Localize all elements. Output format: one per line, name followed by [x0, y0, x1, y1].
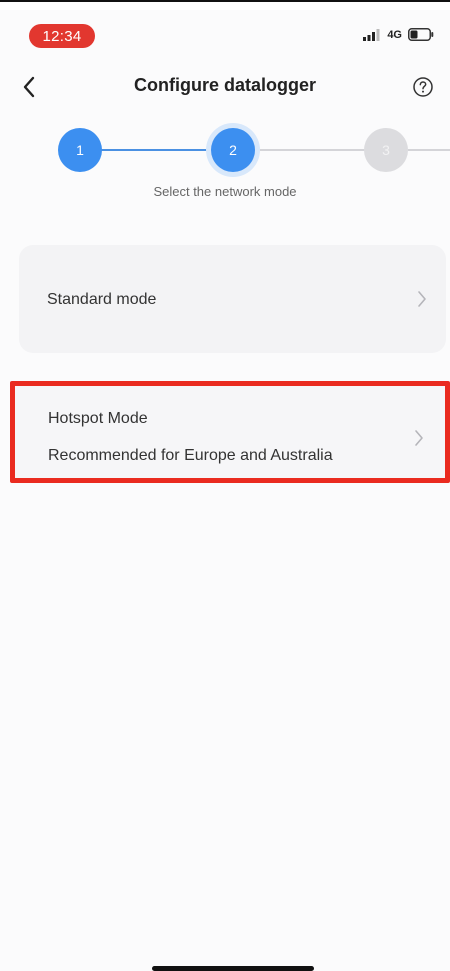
- chevron-right-icon: [413, 428, 425, 448]
- step-connector-1: [100, 149, 212, 151]
- help-button[interactable]: [410, 74, 436, 100]
- standard-mode-option[interactable]: Standard mode: [19, 245, 446, 353]
- chevron-right-icon: [416, 289, 428, 309]
- battery-icon: [408, 28, 434, 41]
- step-caption: Select the network mode: [153, 184, 297, 199]
- status-bar: 12:34 4G: [0, 18, 450, 52]
- page-title: Configure datalogger: [133, 75, 316, 95]
- question-circle-icon: [413, 77, 433, 97]
- top-edge: [0, 0, 450, 10]
- nav-header: Configure datalogger: [0, 66, 450, 108]
- step-connector-2: [254, 149, 366, 151]
- hotspot-mode-option[interactable]: Hotspot Mode Recommended for Europe and …: [10, 381, 450, 483]
- signal-icon: [363, 28, 380, 41]
- status-time: 12:34: [29, 24, 95, 48]
- progress-stepper: 1 2 3 Select the network mode: [0, 122, 450, 212]
- screen: 12:34 4G Configure datalogger 1 2 3 Sele…: [0, 0, 450, 971]
- network-type: 4G: [387, 28, 402, 41]
- status-indicators: 4G: [363, 28, 434, 41]
- step-1: 1: [58, 128, 102, 172]
- home-indicator[interactable]: [152, 966, 314, 971]
- step-connector-3: [408, 149, 450, 151]
- hotspot-mode-description: Recommended for Europe and Australia: [48, 447, 333, 464]
- step-2: 2: [211, 128, 255, 172]
- standard-mode-title: Standard mode: [47, 291, 157, 308]
- hotspot-mode-title: Hotspot Mode: [48, 410, 148, 427]
- step-3: 3: [364, 128, 408, 172]
